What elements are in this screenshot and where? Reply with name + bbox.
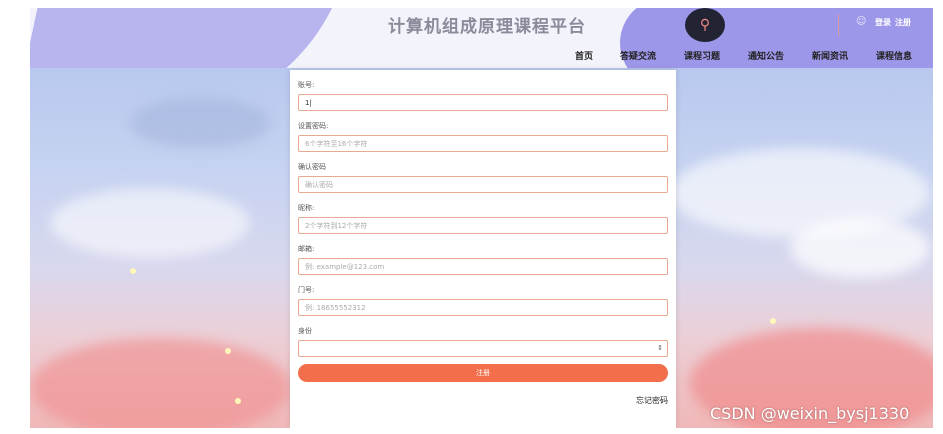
sparkle — [225, 348, 231, 354]
search-icon: ⚲ — [699, 17, 711, 33]
phone-label: 门号: — [298, 286, 315, 294]
watermark: CSDN @weixin_bysj1330 — [710, 404, 910, 423]
cloud — [30, 338, 290, 428]
cloud — [130, 98, 270, 148]
sparkle — [130, 268, 136, 274]
sparkle — [770, 318, 776, 324]
page-edge — [933, 0, 943, 434]
sparkle — [235, 398, 241, 404]
header-divider — [838, 14, 839, 36]
register-button[interactable]: 注册 — [298, 364, 668, 382]
email-label: 邮箱: — [298, 245, 315, 253]
auth-links: 登录 注册 — [875, 17, 915, 28]
confirm-password-input[interactable] — [298, 176, 668, 193]
phone-input[interactable] — [298, 299, 668, 316]
header: 计算机组成原理课程平台 ⚲ ☺ 登录 注册 首页 答疑交流 课程习题 通知公告 新… — [30, 8, 933, 68]
forgot-password-link[interactable]: 忘记密码 — [636, 395, 668, 406]
nickname-input[interactable] — [298, 217, 668, 234]
search-button[interactable]: ⚲ — [685, 8, 725, 42]
identity-label: 身份 — [298, 327, 312, 335]
nav-item-qa[interactable]: 答疑交流 — [620, 49, 656, 62]
account-label: 账号: — [298, 81, 315, 89]
user-icon: ☺ — [856, 16, 867, 27]
site-title: 计算机组成原理课程平台 — [388, 17, 586, 37]
cloud — [790, 218, 930, 278]
login-link[interactable]: 登录 — [875, 18, 891, 27]
nav-item-courses[interactable]: 课程信息 — [876, 49, 912, 62]
nav-item-notices[interactable]: 通知公告 — [748, 49, 784, 62]
register-link[interactable]: 注册 — [895, 18, 911, 27]
nav-item-exercises[interactable]: 课程习题 — [684, 49, 720, 62]
main-nav: 首页 答疑交流 课程习题 通知公告 新闻资讯 课程信息 — [30, 49, 933, 65]
register-form: 账号: 设置密码: 确认密码 昵称: 邮箱: 门号: 身份 ⇕ 注册 忘记密码 — [290, 70, 676, 428]
chevron-updown-icon: ⇕ — [657, 344, 663, 352]
email-input[interactable] — [298, 258, 668, 275]
cloud — [50, 188, 250, 258]
nav-item-home[interactable]: 首页 — [575, 49, 593, 62]
account-input[interactable] — [298, 94, 668, 111]
password-label: 设置密码: — [298, 122, 329, 130]
nickname-label: 昵称: — [298, 204, 315, 212]
identity-select[interactable]: ⇕ — [298, 340, 668, 357]
password-input[interactable] — [298, 135, 668, 152]
confirm-password-label: 确认密码 — [298, 163, 326, 171]
app-frame: 计算机组成原理课程平台 ⚲ ☺ 登录 注册 首页 答疑交流 课程习题 通知公告 新… — [30, 8, 933, 428]
nav-item-news[interactable]: 新闻资讯 — [812, 49, 848, 62]
